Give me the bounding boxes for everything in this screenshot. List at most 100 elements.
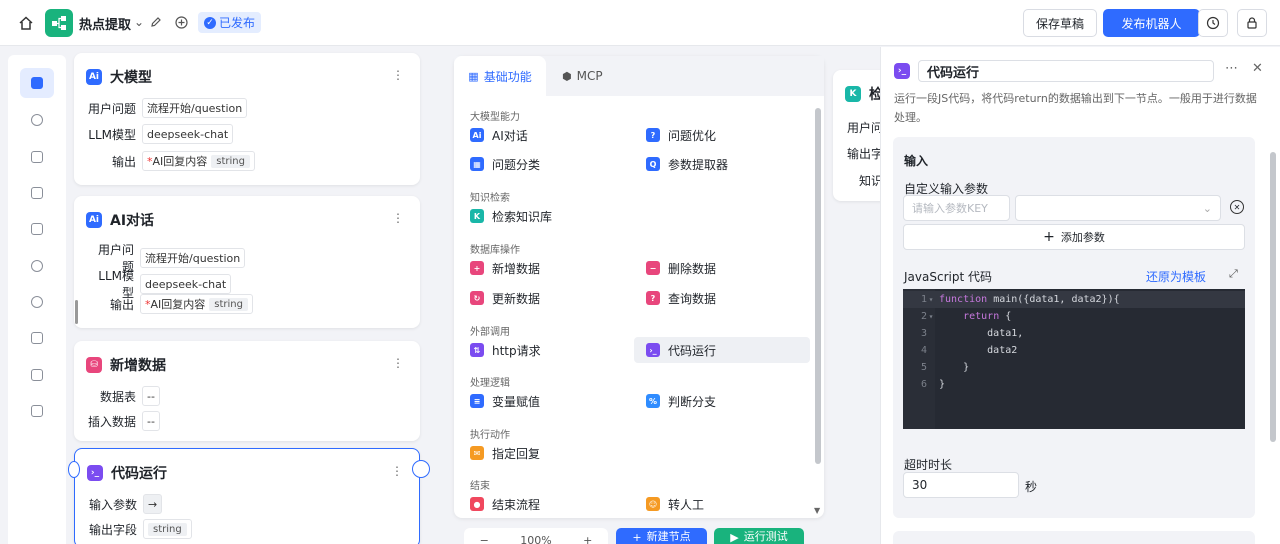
- palette-item[interactable]: ? 查询数据: [646, 285, 716, 311]
- palette-item-label: 更新数据: [492, 291, 541, 306]
- palette-item[interactable]: % 判断分支: [646, 388, 716, 414]
- node-header: K 检: [845, 84, 883, 104]
- row-value: deepseek-chat: [142, 124, 234, 144]
- node-title-input[interactable]: 代码运行: [918, 60, 1214, 82]
- code-line: 3 data1,: [903, 325, 1245, 342]
- fold-icon[interactable]: ▾: [927, 312, 935, 321]
- palette-item[interactable]: ▦ 问题分类: [470, 151, 540, 177]
- close-icon[interactable]: ✕: [1252, 61, 1263, 76]
- resize-handle[interactable]: [75, 300, 78, 324]
- row-label: 数据表: [99, 389, 136, 404]
- node-description: 运行一段JS代码，将代码return的数据输出到下一节点。一般用于进行数据处理。: [894, 92, 1257, 124]
- more-icon[interactable]: ⋯: [1225, 61, 1238, 76]
- param-extract-icon: Q: [646, 157, 660, 171]
- node-palette: ▦ 基础功能 ⬢ MCP 大模型能力 Ai AI对话? 问题优化 ▦ 问题分类 Q 参数提取器…: [454, 56, 824, 518]
- tab-mcp[interactable]: ⬢ MCP: [562, 56, 603, 96]
- lock-button[interactable]: [1237, 9, 1267, 37]
- row-value: →: [143, 494, 163, 514]
- palette-item[interactable]: ⇅ http请求: [470, 337, 541, 363]
- scroll-down-icon[interactable]: ▼: [814, 506, 820, 515]
- code-editor[interactable]: 1 ▾ function main({data1, data2}){2 ▾ retur…: [903, 289, 1245, 429]
- zoom-out-button[interactable]: −: [480, 534, 489, 544]
- palette-item[interactable]: Ai AI对话: [470, 122, 528, 148]
- node-card-ai-chat[interactable]: Ai AI对话 ⋮ 用户问题 流程开始/question LLM模型 deeps…: [74, 196, 420, 328]
- palette-item[interactable]: ● 结束流程: [470, 491, 540, 517]
- output-chip: *AI回复内容 string: [140, 294, 253, 314]
- nav-item-workflow[interactable]: [20, 68, 54, 98]
- node-title: 代码运行: [111, 466, 167, 482]
- palette-item[interactable]: ≡ 变量赋值: [470, 388, 540, 414]
- param-value-select[interactable]: ⌄: [1015, 195, 1221, 221]
- palette-item[interactable]: Q 参数提取器: [646, 151, 728, 177]
- more-icon[interactable]: ⋮: [391, 465, 403, 477]
- palette-item[interactable]: ›_ 代码运行: [634, 337, 810, 363]
- nav-item-help[interactable]: [20, 287, 54, 317]
- new-node-button[interactable]: + 新建节点: [616, 528, 707, 544]
- output-port[interactable]: [412, 460, 430, 478]
- zoom-level: 100%: [520, 534, 552, 544]
- palette-item[interactable]: + 新增数据: [470, 255, 540, 281]
- remove-param-icon[interactable]: ✕: [1230, 200, 1244, 214]
- palette-tabs: ▦ 基础功能 ⬢ MCP: [454, 56, 824, 96]
- expand-icon[interactable]: ⤢: [1229, 267, 1238, 281]
- nav-item-edit[interactable]: [20, 360, 54, 390]
- nav-item-plugin[interactable]: [20, 214, 54, 244]
- palette-section-label: 结束: [470, 481, 490, 492]
- placeholder: 请输入参数KEY: [912, 202, 988, 215]
- node-header: ›_ 代码运行: [87, 463, 167, 483]
- nav-item-time[interactable]: [20, 251, 54, 281]
- timeout-input[interactable]: 30: [903, 472, 1019, 498]
- nav-item-message[interactable]: [20, 323, 54, 353]
- save-draft-button[interactable]: 保存草稿: [1023, 9, 1097, 37]
- more-icon[interactable]: ⋮: [392, 69, 404, 81]
- nav-item-chat[interactable]: [20, 105, 54, 135]
- nav-item-doc[interactable]: [20, 396, 54, 426]
- tab-basic[interactable]: ▦ 基础功能: [454, 56, 546, 96]
- node-card-db-add[interactable]: ⛁ 新增数据 ⋮ 数据表 -- 插入数据 --: [74, 341, 420, 441]
- palette-item[interactable]: ✉ 指定回复: [470, 440, 540, 466]
- detail-scrollbar[interactable]: [1270, 152, 1276, 442]
- code-text: return {: [963, 311, 1012, 322]
- palette-item[interactable]: ↻ 更新数据: [470, 285, 540, 311]
- node-card-code-run[interactable]: ›_ 代码运行 ⋮ 输入参数 → 输出字段 string: [74, 448, 420, 544]
- param-key-input[interactable]: 请输入参数KEY: [903, 195, 1010, 221]
- palette-item-label: 结束流程: [492, 497, 541, 512]
- row-label: 输出: [111, 154, 136, 169]
- fold-icon[interactable]: ▾: [927, 295, 935, 304]
- home-icon[interactable]: [16, 13, 36, 33]
- line-number: 2: [920, 311, 927, 322]
- palette-item[interactable]: ☺ 转人工: [646, 491, 704, 517]
- more-icon[interactable]: ⋮: [392, 212, 404, 224]
- app-name: 热点提取: [79, 18, 132, 33]
- code-text: }: [939, 362, 970, 373]
- lock-icon: [1245, 16, 1259, 30]
- publish-button[interactable]: 发布机器人: [1103, 9, 1200, 37]
- node-card-llm[interactable]: Ai 大模型 ⋮ 用户问题 流程开始/question LLM模型 deepse…: [74, 53, 420, 185]
- nav-item-alert[interactable]: [20, 178, 54, 208]
- line-number: 4: [920, 345, 927, 356]
- more-icon[interactable]: ⋮: [392, 357, 404, 369]
- chevron-down-icon[interactable]: ⌄: [131, 14, 147, 30]
- document-icon: [31, 405, 43, 417]
- palette-item[interactable]: ? 问题优化: [646, 122, 716, 148]
- reset-template-link[interactable]: 还原为模板: [1146, 268, 1206, 285]
- run-test-button[interactable]: ▶ 运行测试: [714, 528, 804, 544]
- edit-icon[interactable]: [148, 14, 164, 30]
- palette-item[interactable]: K 检索知识库: [470, 203, 552, 229]
- node-row: 用户问题 流程开始/question: [88, 98, 248, 118]
- history-button[interactable]: [1198, 9, 1228, 37]
- palette-item-label: 代码运行: [668, 343, 717, 358]
- add-circle-icon[interactable]: [173, 14, 189, 30]
- zoom-in-button[interactable]: +: [583, 534, 592, 544]
- type-tag: string: [209, 297, 248, 311]
- node-title: AI对话: [110, 213, 155, 229]
- row-label: 用户问: [847, 121, 884, 135]
- palette-item[interactable]: − 删除数据: [646, 255, 716, 281]
- add-param-button[interactable]: + 添加参数: [903, 224, 1245, 250]
- input-port[interactable]: [68, 461, 80, 478]
- palette-scrollbar[interactable]: [815, 108, 821, 464]
- palette-item-label: 参数提取器: [668, 157, 729, 172]
- nav-item-image[interactable]: [20, 142, 54, 172]
- database-icon: ⛁: [86, 357, 102, 373]
- code-line: 6}: [903, 376, 1245, 393]
